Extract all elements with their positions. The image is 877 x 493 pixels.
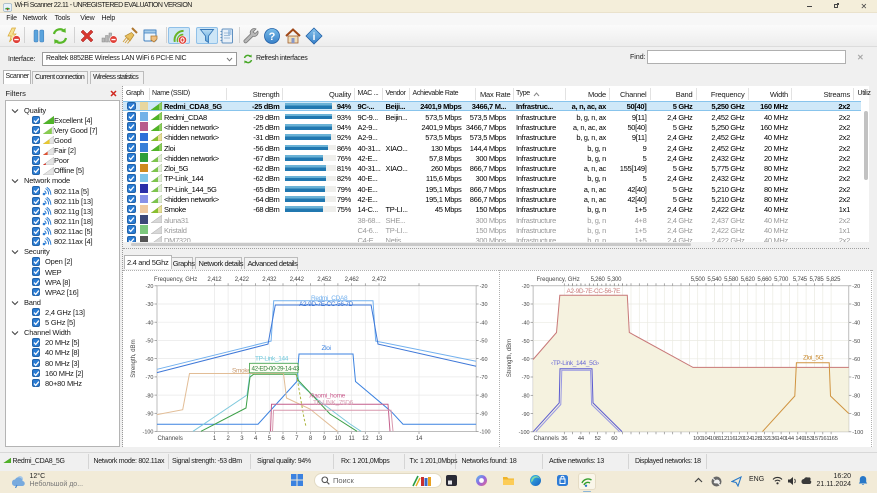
svg-text:5,785: 5,785 [809,277,824,283]
svg-text:2,432: 2,432 [262,277,277,283]
svg-text:13: 13 [376,436,383,442]
svg-text:-30: -30 [852,302,860,308]
svg-text:Zloi: Zloi [322,345,331,352]
svg-text:2,412: 2,412 [207,277,222,283]
svg-text:9: 9 [323,436,327,442]
svg-text:2,422: 2,422 [235,277,250,283]
svg-text:-40: -40 [522,321,530,327]
svg-text:-30: -30 [480,302,488,308]
svg-text:Frequency, GHz: Frequency, GHz [154,277,197,283]
svg-text:A2-9D-7E-CC-56-7D: A2-9D-7E-CC-56-7D [299,301,354,308]
svg-text:-60: -60 [852,357,860,363]
svg-text:8: 8 [309,436,313,442]
svg-text:2,452: 2,452 [317,277,332,283]
svg-text:2: 2 [227,436,231,442]
svg-text:-100: -100 [852,430,863,436]
svg-text:-60: -60 [146,357,154,363]
svg-text:Channels: Channels [158,436,183,442]
svg-text:A2-9D-7E-CC-56-7E: A2-9D-7E-CC-56-7E [567,288,622,295]
svg-text:-20: -20 [522,284,530,290]
svg-text:165: 165 [829,436,838,442]
svg-text:5,745: 5,745 [793,277,808,283]
svg-text:5,260: 5,260 [591,277,606,283]
svg-text:3: 3 [240,436,244,442]
svg-text:i: i [313,32,316,43]
svg-text:-70: -70 [852,375,860,381]
svg-text:Strength, dBm: Strength, dBm [507,339,513,377]
svg-text:-50: -50 [146,339,154,345]
svg-text:36: 36 [561,436,567,442]
svg-text:-30: -30 [522,302,530,308]
svg-text:-40: -40 [480,320,488,326]
svg-text:112: 112 [718,436,727,442]
svg-text:5,825: 5,825 [826,277,841,283]
svg-text:TP-LINK_75D6: TP-LINK_75D6 [313,400,354,407]
svg-text:Zloi_5G: Zloi_5G [803,355,824,362]
svg-text:-100: -100 [519,430,530,436]
svg-text:5: 5 [268,436,272,442]
svg-text:5,620: 5,620 [741,277,756,283]
svg-text:-80: -80 [522,394,530,400]
svg-text:5,700: 5,700 [774,277,789,283]
svg-text:2,472: 2,472 [372,277,387,283]
svg-text:2,442: 2,442 [290,277,305,283]
svg-text:-70: -70 [522,375,530,381]
svg-text:6: 6 [281,436,285,442]
svg-text:Frequency, GHz: Frequency, GHz [537,277,580,283]
svg-text:14: 14 [416,436,423,442]
svg-text:5,540: 5,540 [707,277,722,283]
svg-text:44: 44 [578,436,585,442]
svg-text:1: 1 [213,436,217,442]
svg-text:12: 12 [362,436,369,442]
svg-text:2,462: 2,462 [345,277,360,283]
svg-text:-80: -80 [852,394,860,400]
svg-text:-40: -40 [146,320,154,326]
svg-text:-70: -70 [480,375,488,381]
svg-text:10: 10 [335,436,342,442]
svg-text:-50: -50 [852,339,860,345]
svg-text:5,580: 5,580 [724,277,739,283]
svg-text:-100: -100 [480,430,491,436]
svg-text:-90: -90 [146,412,154,418]
svg-text:?: ? [268,31,275,43]
svg-text:-80: -80 [480,393,488,399]
svg-text:-20: -20 [852,284,860,290]
svg-text:5,500: 5,500 [691,277,706,283]
svg-text:-60: -60 [522,357,530,363]
svg-text:-90: -90 [480,412,488,418]
svg-text:‹TP-Link_144_5G›: ‹TP-Link_144_5G› [551,360,599,367]
svg-text:-40: -40 [852,321,860,327]
svg-text:-90: -90 [852,412,860,418]
svg-text:Strength, dBm: Strength, dBm [131,339,137,377]
svg-text:-50: -50 [522,339,530,345]
svg-text:-20: -20 [146,284,154,290]
svg-text:4: 4 [254,436,258,442]
svg-text:-30: -30 [146,302,154,308]
svg-text:-90: -90 [522,412,530,418]
svg-text:Smoke: Smoke [232,368,251,375]
svg-text:-80: -80 [146,393,154,399]
svg-text:TP-Link_144: TP-Link_144 [255,356,289,363]
svg-text:60: 60 [611,436,617,442]
svg-text:Channels: Channels [534,436,559,442]
svg-text:42-ED-00-29-14-43: 42-ED-00-29-14-43 [252,366,300,373]
svg-text:5,300: 5,300 [607,277,622,283]
svg-text:52: 52 [595,436,601,442]
svg-text:11: 11 [349,436,356,442]
svg-text:Xiaomi_home: Xiaomi_home [309,393,346,400]
svg-text:7: 7 [295,436,299,442]
svg-text:-70: -70 [146,375,154,381]
svg-text:-50: -50 [480,339,488,345]
svg-text:-100: -100 [142,430,153,436]
svg-text:144: 144 [785,436,795,442]
svg-text:-20: -20 [480,284,488,290]
svg-text:5,660: 5,660 [757,277,772,283]
svg-text:-60: -60 [480,357,488,363]
